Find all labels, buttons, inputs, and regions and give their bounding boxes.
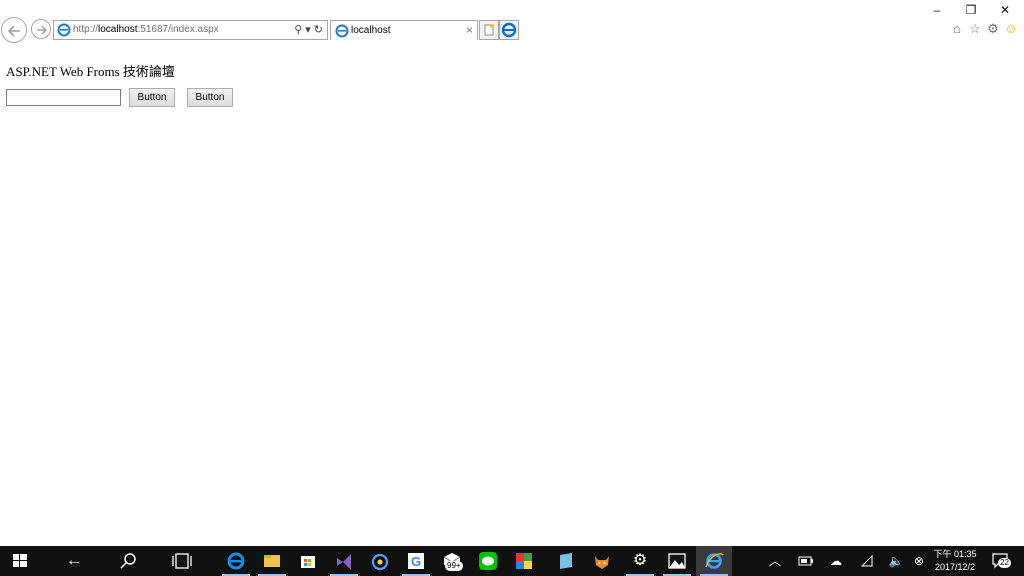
taskbar-clock[interactable]: 下午 01:35 2017/12/2	[927, 548, 983, 574]
network-error-status[interactable]: ⊗	[910, 546, 928, 576]
volume-status[interactable]: 🔈	[886, 546, 906, 576]
text-input[interactable]	[6, 89, 121, 106]
feedback-smiley-icon[interactable]: ☺	[1004, 22, 1018, 36]
show-hidden-icons-button[interactable]: ︿	[766, 546, 784, 576]
office-tiles-icon	[516, 553, 532, 569]
restore-button[interactable]: ❐	[956, 2, 986, 18]
browser-toolbar-right: ⌂ ☆ ⚙ ☺	[950, 21, 1022, 37]
windows-logo-icon	[13, 554, 27, 567]
taskbar-settings[interactable]: ⚙	[622, 546, 658, 576]
cloud-icon: ☁	[830, 554, 842, 568]
minimize-button[interactable]: –	[922, 2, 952, 18]
notification-count: 22	[998, 558, 1011, 568]
visual-studio-icon	[337, 554, 351, 570]
address-tools: ⚲ ▾ ↻	[294, 23, 323, 37]
tab-close-icon[interactable]: ×	[466, 23, 473, 37]
taskbar-office-app[interactable]	[506, 546, 542, 576]
taskbar-file-explorer[interactable]	[254, 546, 290, 576]
fox-icon	[595, 556, 609, 569]
battery-status[interactable]	[796, 546, 816, 576]
taskbar-back-button[interactable]: ←	[56, 546, 92, 576]
taskbar-media-app[interactable]	[362, 546, 398, 576]
forward-button[interactable]	[31, 19, 51, 39]
line-app-icon	[479, 552, 497, 570]
taskbar-internet-explorer[interactable]	[696, 546, 732, 576]
taskbar-chrome[interactable]: G	[398, 546, 434, 576]
taskbar-search-button[interactable]	[110, 546, 146, 576]
gear-icon: ⚙	[632, 552, 648, 569]
url-host: localhost	[98, 24, 138, 35]
internet-explorer-icon	[705, 553, 724, 569]
open-in-edge-button[interactable]	[499, 20, 519, 40]
wifi-status[interactable]	[858, 546, 876, 576]
tab-localhost[interactable]: localhost ×	[330, 20, 478, 40]
close-circle-icon: ⊗	[913, 554, 925, 568]
taskbar-photos[interactable]	[659, 546, 695, 576]
photos-icon	[668, 553, 686, 569]
arrow-left-icon: ←	[66, 552, 82, 569]
taskbar-notes-app[interactable]	[548, 546, 584, 576]
task-view-button[interactable]	[164, 546, 200, 576]
back-icon	[7, 25, 20, 37]
url-path: :51687/index.aspx	[137, 24, 219, 35]
clock-time: 下午 01:35	[933, 549, 977, 559]
page-title: ASP.NET Web Froms 技術論壇	[6, 64, 175, 79]
wifi-icon	[860, 554, 873, 567]
url-text[interactable]: http://localhost:51687/index.aspx	[73, 24, 219, 35]
taskbar-edge[interactable]	[218, 546, 254, 576]
taskbar: ← G 99+ ⚙ ︿ ☁ 🔈 ⊗ 下午 01:35 2017/12/2 22	[0, 546, 1024, 576]
button-2[interactable]: Button	[187, 88, 233, 107]
home-icon[interactable]: ⌂	[950, 22, 964, 36]
unread-badge: 99+	[445, 561, 463, 571]
dropdown-icon[interactable]: ▾	[305, 23, 311, 37]
address-bar[interactable]: http://localhost:51687/index.aspx ⚲ ▾ ↻	[53, 20, 328, 40]
search-icon[interactable]: ⚲	[294, 23, 302, 37]
taskbar-fox-app[interactable]	[584, 546, 620, 576]
speaker-icon: 🔈	[888, 554, 904, 568]
edge-icon	[501, 22, 517, 38]
close-window-button[interactable]: ✕	[990, 2, 1020, 18]
settings-icon[interactable]: ⚙	[986, 22, 1000, 36]
search-icon	[120, 553, 136, 569]
start-button[interactable]	[2, 546, 38, 576]
google-icon: G	[408, 553, 424, 569]
taskbar-line[interactable]	[470, 546, 506, 576]
notebook-icon	[560, 553, 572, 569]
ie-tab-icon	[335, 24, 349, 38]
ie-page-icon	[57, 23, 71, 37]
store-icon	[301, 556, 315, 568]
new-tab-icon	[484, 24, 494, 36]
forward-icon	[37, 25, 47, 35]
taskbar-visual-studio[interactable]	[326, 546, 362, 576]
favorites-icon[interactable]: ☆	[968, 22, 982, 36]
task-view-icon	[172, 553, 192, 569]
button-1[interactable]: Button	[129, 88, 175, 107]
action-center-button[interactable]: 22	[990, 552, 1014, 570]
chevron-up-icon: ︿	[768, 554, 781, 568]
url-scheme: http://	[73, 24, 99, 35]
edge-icon	[227, 552, 245, 570]
taskbar-mail[interactable]: 99+	[434, 546, 470, 576]
clock-date: 2017/12/2	[934, 562, 976, 572]
battery-icon	[798, 556, 813, 566]
browser-chrome: http://localhost:51687/index.aspx ⚲ ▾ ↻ …	[0, 0, 1024, 43]
new-tab-button[interactable]	[479, 20, 499, 40]
tab-title: localhost	[351, 25, 391, 36]
svg-text:G: G	[411, 554, 421, 569]
onedrive-status[interactable]: ☁	[826, 546, 846, 576]
folder-icon	[264, 555, 280, 567]
media-player-icon	[371, 553, 389, 571]
taskbar-store[interactable]	[290, 546, 326, 576]
back-button[interactable]	[1, 17, 27, 43]
refresh-icon[interactable]: ↻	[314, 23, 323, 37]
